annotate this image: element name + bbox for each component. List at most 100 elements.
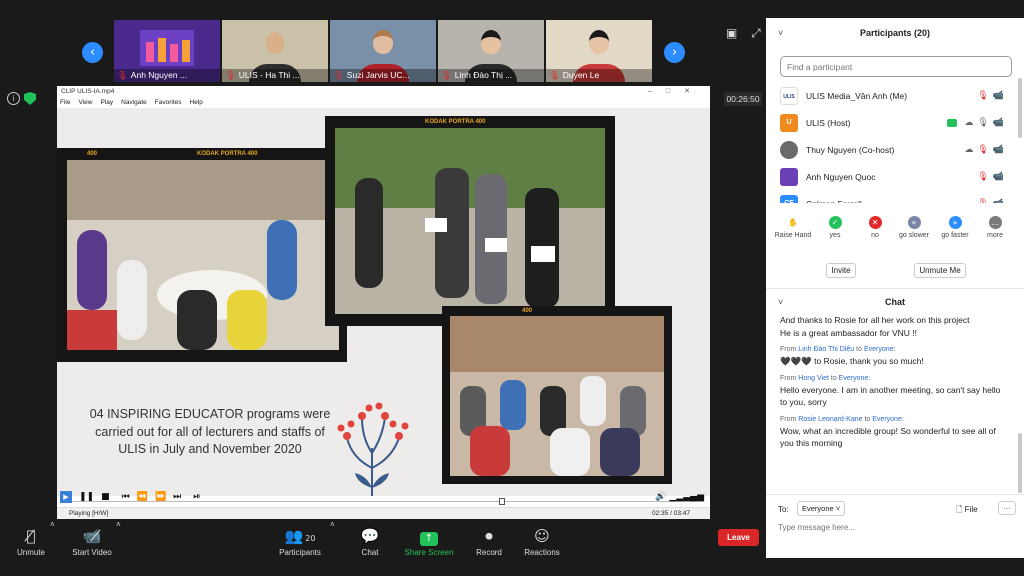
collapse-chevron-icon[interactable]: ˅ [778,294,783,310]
video-tile[interactable]: 🎙 Suzi Jarvis UC... [330,20,436,82]
more-button[interactable]: … more [970,216,1020,239]
sender-name[interactable]: Linh Đào Thị Diệu [798,346,854,353]
faster-icon: » [948,216,962,229]
person-face [373,30,393,54]
menu-file[interactable]: File [60,97,70,108]
video-tile[interactable]: 🎙 ULIS - Ha Thi ... [222,20,328,82]
chat-message: From Rosie Leonard-Kane to Everyone: Wow… [780,415,996,449]
playback-status: Playing [H/W] [69,510,109,517]
unmute-button[interactable]: 🎙̸ Unmute [10,520,52,576]
person-face [266,32,284,54]
participant-row[interactable]: Anh Nguyen Quoc 🎙📹 [766,164,1024,191]
collapse-chevron-icon[interactable]: ˅ [778,18,783,48]
muted-mic-icon: 🎙 [225,70,236,80]
participant-search-input[interactable] [780,56,1012,77]
chat-message-input[interactable] [778,523,1008,532]
rewind-icon[interactable]: ⏪ [137,492,148,502]
sender-name[interactable]: Hong Viet [798,375,829,382]
video-frame: 400 KODAK PORTRA 400 KODAK PORTRA 400 40… [57,108,710,496]
video-tile[interactable]: 🎙 Anh Nguyen ... [114,20,220,82]
chat-scrollbar[interactable] [1018,433,1022,493]
layout-icon[interactable]: ▣ [726,26,737,40]
film-label-small: 400 [522,308,533,314]
frame-step-icon[interactable]: ⏯ [193,492,200,502]
play-icon[interactable]: ▶ [60,491,72,503]
view-controls: ▣ ⤢ [726,26,761,41]
zoom-window: ‹ 🎙 Anh Nguyen ... 🎙 ULIS - Ha Thi ... 🎙 Su… [0,0,1024,576]
person-face [481,30,501,54]
leave-button[interactable]: Leave [718,529,759,546]
participants-title: Participants (20) [859,28,931,38]
person-face [589,30,609,54]
sharing-icon [947,118,958,127]
video-icon: 📹 [992,145,1008,155]
audio-options-chevron-icon[interactable]: ˄ [50,520,55,529]
participant-row[interactable]: Thuy Nguyen (Co-host) ☁🎙📹 [766,137,1024,164]
menu-favorites[interactable]: Favorites [155,97,182,108]
next-icon[interactable]: ⏭ [173,492,181,502]
menu-view[interactable]: View [78,97,92,108]
invite-button[interactable]: Invite [826,263,856,278]
strip-next-arrow-icon[interactable]: › [664,42,685,63]
participants-scrollbar[interactable] [1018,78,1022,138]
more-options-icon[interactable]: … [998,501,1016,515]
info-icon[interactable]: i [7,92,20,105]
video-options-chevron-icon[interactable]: ˄ [116,520,121,529]
fast-forward-icon[interactable]: ⏩ [155,492,166,502]
muted-mic-icon: 🎙 [549,70,560,80]
recipient-name[interactable]: Everyone [872,416,902,423]
stop-icon[interactable]: ■ [101,492,110,502]
participant-row[interactable]: CF Colman Farrell 🎙📹 [766,191,1024,203]
video-off-icon: 📹 [992,91,1008,101]
cloud-icon: ☁ [964,118,978,128]
classroom-scene [67,160,339,350]
player-statusbar: Playing [H/W] 02:35 / 03:47 [57,507,710,519]
video-tile[interactable]: 🎙 Duyen Le [546,20,652,82]
unmute-me-button[interactable]: Unmute Me [914,263,966,278]
file-icon: 🗋 [956,505,963,514]
muted-mic-icon: 🎙̸ [26,527,36,545]
video-icon: 📹 [992,118,1008,128]
chat-button[interactable]: 💬 Chat [352,520,388,576]
nonverbal-feedback: ✋ Raise Hand ✓ yes ✕ no «go slower » go fast… [766,216,1024,252]
video-strip: ‹ 🎙 Anh Nguyen ... 🎙 ULIS - Ha Thi ... 🎙 Su… [0,18,766,86]
muted-mic-icon: 🎙 [117,70,128,80]
strip-prev-arrow-icon[interactable]: ‹ [82,42,103,63]
side-panel: ˅ Participants (20) ULIS ULIS Media_Vân … [766,18,1024,558]
participants-chevron-icon[interactable]: ˄ [330,520,335,529]
film-label: KODAK PORTRA 400 [197,151,258,157]
fullscreen-icon[interactable]: ⤢ [751,26,761,40]
menu-play[interactable]: Play [100,97,113,108]
muted-mic-icon: 🎙 [977,145,993,155]
recipient-name[interactable]: Everyone [864,346,894,353]
previous-icon[interactable]: ⏮ [122,492,130,502]
menu-navigate[interactable]: Navigate [121,97,147,108]
reactions-icon: ☺ [534,527,550,545]
sender-name[interactable]: Rosie Leonard-Kane [798,416,862,423]
security-shield-icon[interactable] [24,92,36,105]
video-tile[interactable]: 🎙 Linh Đào Thị ... [438,20,544,82]
participants-button[interactable]: 👥 20 Participants [276,520,324,576]
pause-icon[interactable]: ❚❚ [79,492,94,502]
photo-classroom: 400 KODAK PORTRA 400 [57,148,347,362]
slower-icon: « [907,216,921,229]
recipient-name[interactable]: Everyone [839,375,869,382]
player-menubar: File View Play Navigate Favorites Help [57,97,710,108]
volume-control[interactable]: 🔊 ▁▂▃▄▅ [655,492,704,502]
window-buttons[interactable]: –□✕ [648,86,704,97]
chat-messages: And thanks to Rosie for all her work on … [766,314,1016,484]
reactions-button[interactable]: ☺ Reactions [520,520,564,576]
chat-composer: To: Everyone ˅ 🗋 File … [766,494,1024,558]
menu-help[interactable]: Help [190,97,203,108]
record-button[interactable]: ⏺ Record [470,520,508,576]
file-button[interactable]: 🗋 File [956,504,978,518]
recipient-select[interactable]: Everyone ˅ [797,501,846,516]
start-video-button[interactable]: 📹̸ Start Video [66,520,118,576]
participant-row[interactable]: ULIS ULIS Media_Vân Anh (Me) 🎙📹 [766,83,1024,110]
participant-row[interactable]: U ULIS (Host) ☁🎙📹 [766,110,1024,137]
chat-message: From Hong Viet to Everyone: Hello everyo… [780,374,1001,408]
share-screen-button[interactable]: ↑ Share Screen [402,520,456,576]
muted-mic-icon: 🎙 [977,172,993,182]
x-icon: ✕ [868,216,882,229]
participant-status-icons: ☁🎙📹 [964,137,1008,164]
